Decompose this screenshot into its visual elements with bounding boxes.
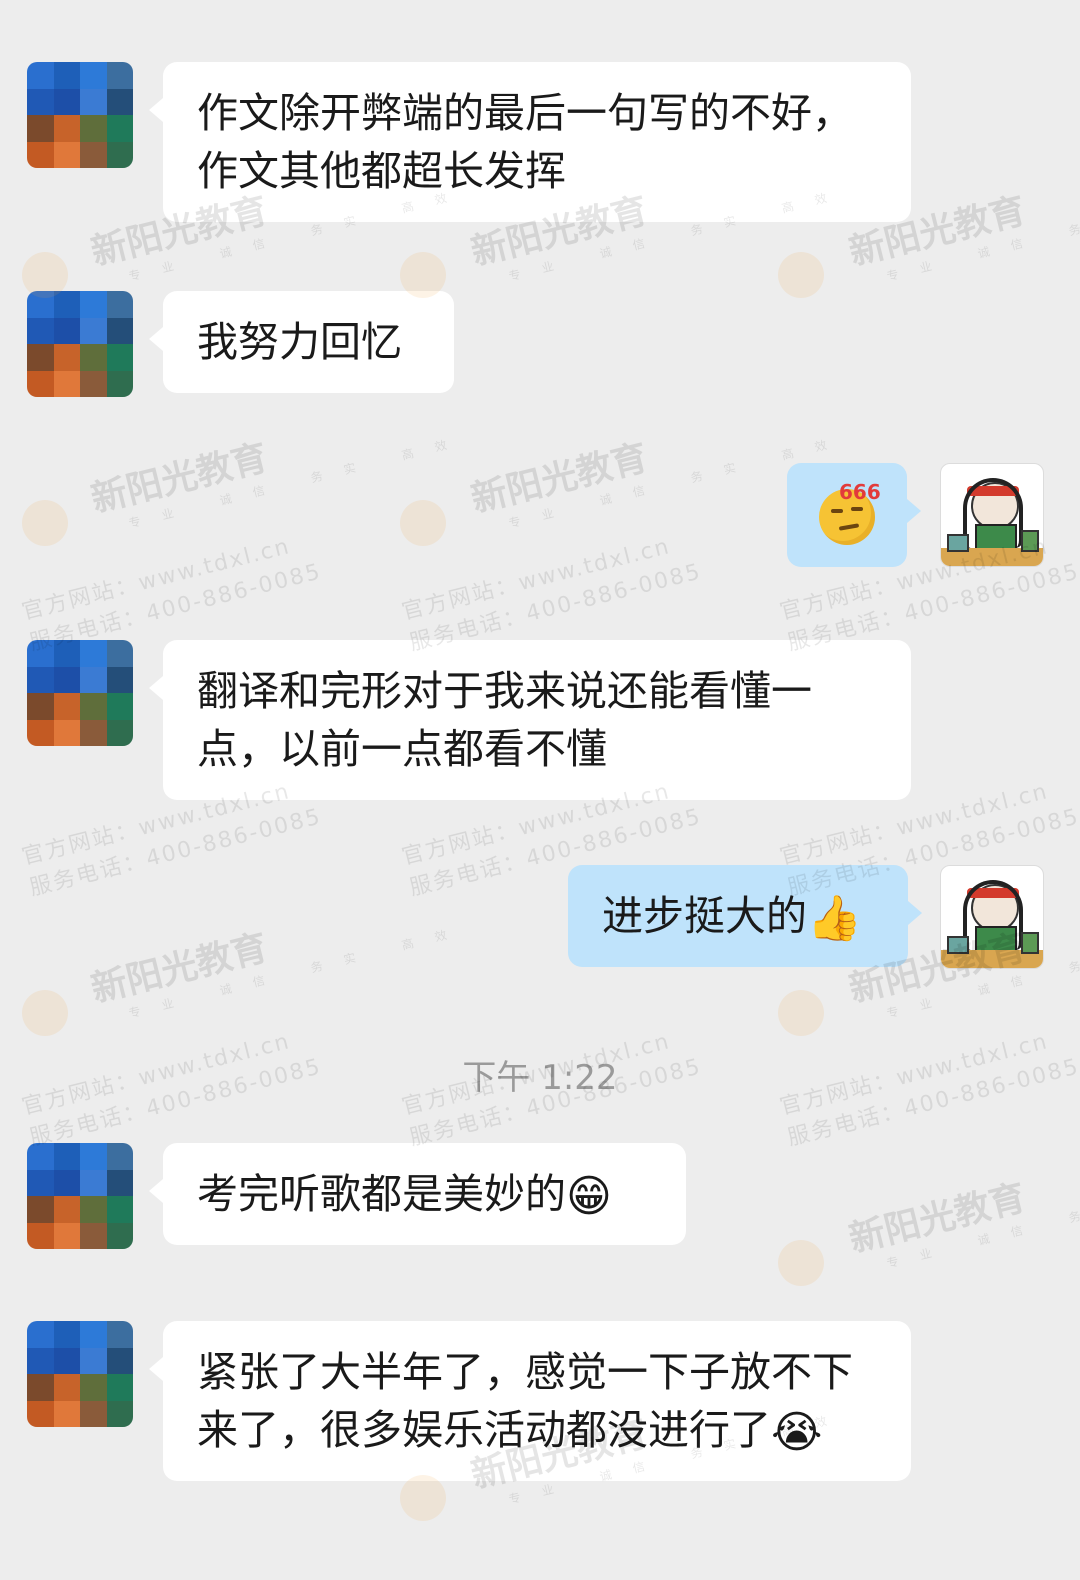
contact-avatar[interactable] — [27, 62, 133, 168]
watermark-logo-icon — [778, 990, 824, 1036]
cartoon-reader-icon — [941, 464, 1043, 566]
watermark: 官方网站：www.tdxl.cn 服务电话：400-886-0085 — [398, 522, 704, 657]
watermark: 新阳光教育 专业 诚信 务实 高效 — [843, 1120, 1080, 1279]
message-bubble[interactable]: 紧张了大半年了，感觉一下子放不下来了，很多娱乐活动都没进行了😭 — [149, 1321, 911, 1481]
watermark-brand: 新阳光教育 — [845, 1177, 1030, 1261]
contact-avatar[interactable] — [27, 291, 133, 397]
message-timestamp: 下午 1:22 — [462, 1058, 618, 1098]
watermark-phone: 服务电话：400-886-0085 — [27, 804, 325, 902]
message-text: 考完听歌都是美妙的 — [197, 1170, 566, 1218]
message-bubble[interactable]: 我努力回忆 — [149, 291, 454, 393]
watermark: 新阳光教育 专业 诚信 务实 高效 — [85, 380, 470, 539]
watermark-logo-icon — [22, 500, 68, 546]
grin-emoji-icon: 😁 — [566, 1171, 612, 1222]
watermark-logo-icon — [778, 252, 824, 298]
my-avatar[interactable] — [940, 463, 1044, 567]
watermark-tags: 专业 诚信 务实 高效 — [885, 186, 1080, 284]
message-text: 我努力回忆 — [197, 318, 402, 366]
message-bubble[interactable]: 翻译和完形对于我来说还能看懂一点，以前一点都看不懂 — [149, 640, 911, 800]
watermark-site: 官方网站：www.tdxl.cn — [19, 534, 294, 626]
watermark-logo-icon — [778, 1240, 824, 1286]
message-text: 紧张了大半年了，感觉一下子放不下来了，很多娱乐活动都没进行了 — [197, 1348, 853, 1454]
watermark: 官方网站：www.tdxl.cn 服务电话：400-886-0085 — [18, 522, 324, 657]
watermark-site: 官方网站：www.tdxl.cn — [399, 534, 674, 626]
watermark-logo-icon — [400, 1475, 446, 1521]
watermark-brand: 新阳光教育 — [87, 437, 272, 521]
contact-avatar[interactable] — [27, 1321, 133, 1427]
message-text: 翻译和完形对于我来说还能看懂一点，以前一点都看不懂 — [197, 667, 812, 773]
message-text: 进步挺大的 — [602, 892, 807, 940]
contact-avatar[interactable] — [27, 640, 133, 746]
message-bubble[interactable]: 进步挺大的👍 — [568, 865, 922, 967]
watermark-logo-icon — [400, 500, 446, 546]
sticker-bubble[interactable]: 666 — [787, 463, 921, 567]
my-avatar[interactable] — [940, 865, 1044, 969]
watermark-tags: 专业 诚信 务实 高效 — [127, 432, 470, 531]
crying-emoji-icon: 😭 — [771, 1407, 823, 1458]
watermark-brand: 新阳光教育 — [87, 927, 272, 1011]
message-bubble[interactable]: 考完听歌都是美妙的😁 — [149, 1143, 686, 1245]
chat-area: 作文除开弊端的最后一句写的不好，作文其他都超长发挥 我努力回忆 666 翻译和完… — [0, 0, 1080, 1580]
contact-avatar[interactable] — [27, 1143, 133, 1249]
watermark-logo-icon — [22, 990, 68, 1036]
watermark-tags: 专业 诚信 务实 高效 — [127, 922, 470, 1021]
message-text: 作文除开弊端的最后一句写的不好，作文其他都超长发挥 — [197, 89, 853, 195]
cartoon-reader-icon — [941, 866, 1043, 968]
thumbs-up-icon: 👍 — [807, 893, 862, 944]
message-bubble[interactable]: 作文除开弊端的最后一句写的不好，作文其他都超长发挥 — [149, 62, 911, 222]
sticker-badge-666: 666 — [839, 480, 881, 504]
watermark-tags: 专业 诚信 务实 高效 — [885, 1173, 1080, 1271]
watermark: 新阳光教育 专业 诚信 务实 高效 — [85, 870, 470, 1029]
